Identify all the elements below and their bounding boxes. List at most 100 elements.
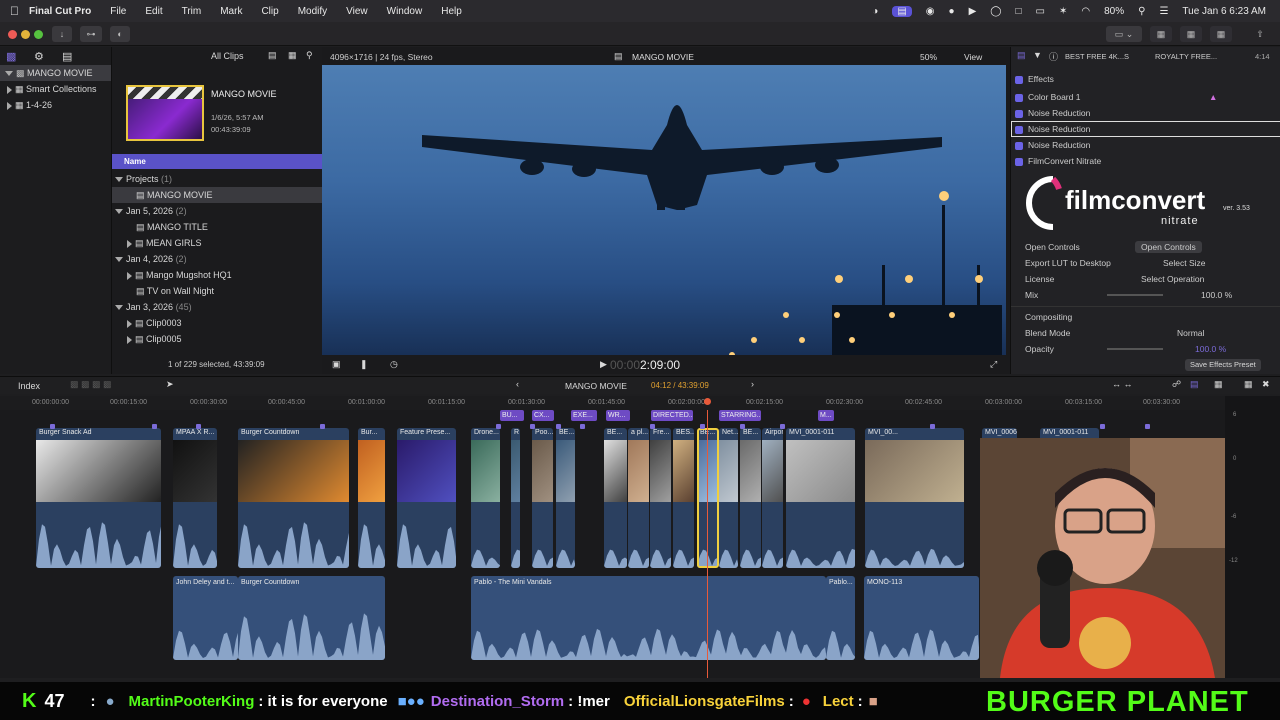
clip-marker[interactable] [496, 424, 501, 429]
title-clip[interactable]: STARRING... [719, 410, 761, 421]
status-icon-7[interactable]: □ [1015, 6, 1021, 17]
menu-modify[interactable]: Modify [298, 6, 327, 17]
video-clip[interactable]: Burger Countdown [238, 428, 349, 568]
select-operation-dropdown[interactable]: Select Operation [1141, 271, 1204, 287]
menu-file[interactable]: File [110, 6, 126, 17]
app-menu[interactable]: Final Cut Pro [29, 6, 91, 17]
zoom-window-button[interactable] [34, 30, 43, 39]
audio-clip[interactable]: Pablo - The Mini Vandals [471, 576, 826, 660]
menu-mark[interactable]: Mark [220, 6, 242, 17]
list-item-clip0003[interactable]: ▤ Clip0003 [112, 315, 322, 331]
close-window-button[interactable] [8, 30, 17, 39]
playhead-marker[interactable] [704, 398, 711, 405]
search-icon[interactable]: ⚲ [1138, 6, 1145, 17]
clip-marker[interactable] [50, 424, 55, 429]
clip-marker[interactable] [780, 424, 785, 429]
control-center-icon[interactable]: ☰ [1159, 6, 1168, 17]
clip-marker[interactable] [556, 424, 561, 429]
forward-arrow-icon[interactable]: › [751, 379, 754, 389]
group-jan3[interactable]: Jan 3, 2026 (45) [112, 299, 322, 315]
clip-marker[interactable] [196, 424, 201, 429]
clip-marker[interactable] [152, 424, 157, 429]
title-clip[interactable]: EXE... [571, 410, 597, 421]
video-clip[interactable]: MPAA X R... [173, 428, 217, 568]
menu-clip[interactable]: Clip [261, 6, 278, 17]
effect-checkbox[interactable] [1015, 125, 1023, 134]
playhead-line[interactable] [707, 410, 708, 678]
status-icon-1[interactable]: ◑ [872, 6, 878, 17]
effect-checkbox[interactable] [1015, 93, 1023, 102]
open-controls-button[interactable]: Open Controls [1135, 241, 1202, 253]
title-clip[interactable]: WR... [606, 410, 630, 421]
fullscreen-icon[interactable]: ⤢ [990, 359, 997, 370]
video-clip[interactable]: Drone... [471, 428, 500, 568]
effect-checkbox[interactable] [1015, 109, 1023, 118]
mix-slider[interactable] [1107, 294, 1163, 296]
group-jan5[interactable]: Jan 5, 2026 (2) [112, 203, 322, 219]
video-clip[interactable]: Net... [719, 428, 738, 568]
headphones-icon[interactable]: ☍ [1172, 379, 1181, 390]
video-inspector-icon[interactable]: ▤ [1017, 50, 1026, 61]
library-icon[interactable]: ▩ [6, 50, 16, 63]
video-clip[interactable]: BE... [740, 428, 761, 568]
info-icon[interactable]: ⓘ [1049, 50, 1058, 63]
effect-noise-3[interactable]: Noise Reduction [1011, 137, 1280, 153]
clip-preview-thumbnail[interactable] [126, 85, 204, 141]
effect-noise-2-selected[interactable]: Noise Reduction [1011, 121, 1280, 137]
library-root[interactable]: ▩ MANGO MOVIE [0, 65, 111, 81]
clip-marker[interactable] [1145, 424, 1150, 429]
video-clip[interactable]: MVI_0001-011 [786, 428, 855, 568]
speed-icon[interactable]: ◷ [390, 359, 398, 370]
video-clip[interactable]: Burger Snack Ad [36, 428, 161, 568]
search-icon[interactable]: ⚲ [306, 50, 313, 61]
layout-icon-3[interactable]: ▦ [1210, 26, 1232, 42]
effect-checkbox[interactable] [1015, 157, 1023, 166]
view-dropdown[interactable]: View [964, 52, 982, 62]
color-inspector-icon[interactable]: ▼ [1033, 50, 1042, 60]
close-timeline-icon[interactable]: ✖ [1262, 379, 1270, 390]
back-arrow-icon[interactable]: ‹ [516, 379, 519, 389]
zoom-dropdown[interactable]: 50% [920, 52, 937, 62]
audio-clip[interactable]: Burger Countdown [238, 576, 385, 660]
list-item-mango-title[interactable]: ▤ MANGO TITLE [112, 219, 322, 235]
opacity-slider[interactable] [1107, 348, 1163, 350]
clip-marker[interactable] [320, 424, 325, 429]
title-clip[interactable]: BU... [500, 410, 524, 421]
wifi-icon[interactable]: ◠ [1081, 6, 1090, 17]
skimming-icon[interactable]: ▤ [1190, 379, 1199, 390]
clip-appearance-icon[interactable]: ▦ [1214, 379, 1223, 390]
status-icon-3[interactable]: ◉ [926, 6, 935, 17]
video-clip[interactable]: R [511, 428, 520, 568]
minimize-window-button[interactable] [21, 30, 30, 39]
clip-marker[interactable] [930, 424, 935, 429]
status-icon-active[interactable]: ▤ [892, 5, 912, 17]
photos-icon[interactable]: ⚙ [34, 50, 44, 63]
effects-browser-icon[interactable]: ▦ [1244, 379, 1253, 390]
audio-clip[interactable]: MONO-113 [864, 576, 979, 660]
effect-checkbox[interactable] [1015, 141, 1023, 150]
clip-marker[interactable] [1100, 424, 1105, 429]
video-clip[interactable]: Bur... [358, 428, 385, 568]
menu-window[interactable]: Window [387, 6, 423, 17]
timeline-ruler[interactable]: 00:00:00:00 00:00:15:00 00:00:30:00 00:00:4… [0, 396, 1225, 410]
compositing-section[interactable]: Compositing [1011, 309, 1280, 325]
list-item-mugshot[interactable]: ▤ Mango Mugshot HQ1 [112, 267, 322, 283]
selected-clip-outline[interactable] [697, 428, 719, 568]
display-icon[interactable]: ▭ [1036, 6, 1045, 17]
import-icon[interactable]: ↓ [52, 26, 72, 42]
clip-marker[interactable] [740, 424, 745, 429]
trim-tool-icon[interactable]: ❚ [360, 359, 368, 370]
list-item-tv[interactable]: ▤ TV on Wall Night [112, 283, 322, 299]
effect-color-board[interactable]: Color Board 1 ▲ [1011, 89, 1280, 105]
video-clip[interactable]: Fre... [650, 428, 671, 568]
edit-tools-icon[interactable]: ▩ ▩ ▩ ▩ [70, 379, 112, 390]
clip-marker[interactable] [530, 424, 535, 429]
menu-trim[interactable]: Trim [182, 6, 202, 17]
list-view-icon[interactable]: ▦ [288, 50, 297, 61]
effect-noise-1[interactable]: Noise Reduction [1011, 105, 1280, 121]
effects-checkbox[interactable] [1015, 75, 1023, 84]
background-tasks-icon[interactable]: ◐ [110, 26, 130, 42]
apple-icon[interactable]:  [10, 4, 19, 18]
video-clip[interactable]: Poo... [532, 428, 553, 568]
opacity-value[interactable]: 100.0 % [1195, 341, 1226, 357]
